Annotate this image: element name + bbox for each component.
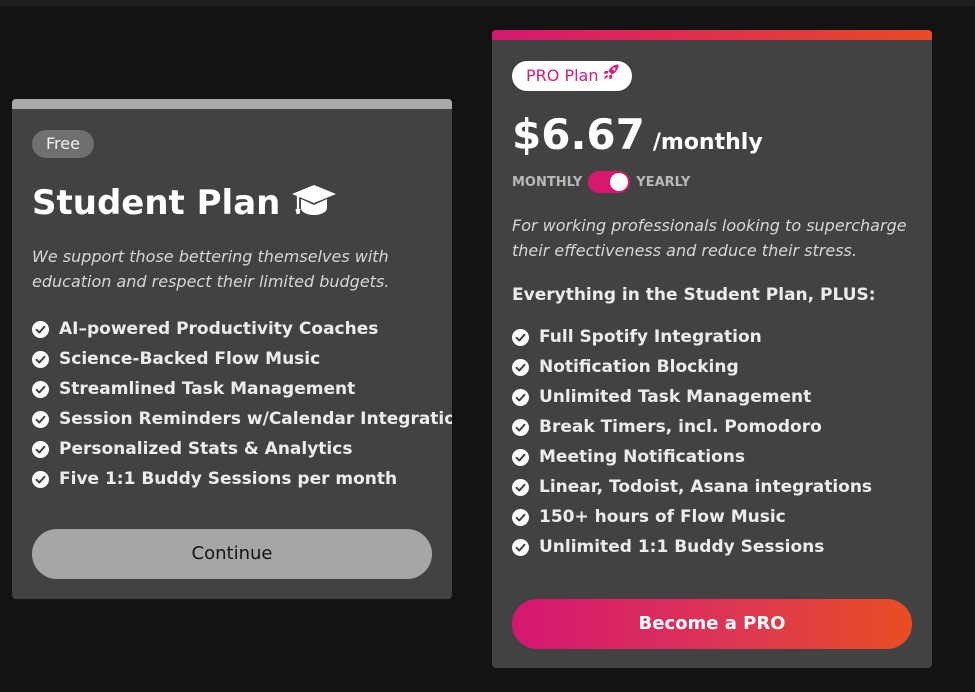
become-pro-button[interactable]: Become a PRO [512,599,912,649]
top-divider [0,0,975,6]
pro-badge-label: PRO Plan [526,66,599,85]
price-period: /monthly [652,130,763,155]
check-circle-icon [512,538,529,556]
feature-item: Unlimited Task Management [512,382,872,412]
feature-item: Linear, Todoist, Asana integrations [512,472,872,502]
plan-title: Student Plan [32,179,338,227]
check-circle-icon [32,320,49,338]
feature-text: Meeting Notifications [539,447,745,467]
check-circle-icon [512,478,529,496]
billing-period-switch[interactable] [588,171,631,193]
feature-text: Personalized Stats & Analytics [59,439,353,459]
card-accent-bar [12,99,452,109]
free-badge: Free [32,130,94,158]
plan-title-text: Student Plan [32,183,281,223]
check-circle-icon [32,470,49,488]
feature-text: Science-Backed Flow Music [59,349,321,369]
feature-item: Full Spotify Integration [512,322,872,352]
check-circle-icon [32,350,49,368]
pro-plan-description: For working professionals looking to sup… [512,216,907,260]
feature-text: Break Timers, incl. Pomodoro [539,417,822,437]
feature-item: 150+ hours of Flow Music [512,502,872,532]
pro-features-heading: Everything in the Student Plan, PLUS: [512,285,876,305]
check-circle-icon [32,410,49,428]
check-circle-icon [512,328,529,346]
check-circle-icon [512,448,529,466]
pro-plan-card: PRO Plan $6.67 /monthly MONTHLY YEARLY F… [492,30,932,668]
check-circle-icon [32,440,49,458]
feature-text: Streamlined Task Management [59,379,356,399]
student-plan-card: Free Student Plan We support those bette… [12,99,452,599]
graduation-cap-icon [290,179,338,228]
pro-feature-list: Full Spotify Integration Notification Bl… [512,322,872,562]
feature-item: Unlimited 1:1 Buddy Sessions [512,532,872,562]
check-circle-icon [512,358,529,376]
pro-badge: PRO Plan [512,61,633,91]
feature-item: Meeting Notifications [512,442,872,472]
feature-item: Break Timers, incl. Pomodoro [512,412,872,442]
feature-text: Linear, Todoist, Asana integrations [539,477,873,497]
yearly-label[interactable]: YEARLY [636,175,690,190]
switch-knob [610,173,629,191]
feature-item: Notification Blocking [512,352,872,382]
price-amount: $6.67 [512,110,645,159]
price-row: $6.67 /monthly [512,110,763,166]
monthly-label[interactable]: MONTHLY [512,175,582,190]
feature-text: 150+ hours of Flow Music [539,507,786,527]
continue-button[interactable]: Continue [32,529,432,579]
feature-text: Notification Blocking [539,357,739,377]
feature-item: Five 1:1 Buddy Sessions per month [32,464,452,494]
billing-toggle: MONTHLY YEARLY [512,170,690,194]
check-circle-icon [32,380,49,398]
feature-item: Session Reminders w/Calendar Integration [32,404,452,434]
student-plan-description: We support those bettering themselves wi… [32,247,390,291]
student-feature-list: AI–powered Productivity Coaches Science-… [32,314,452,494]
feature-item: Streamlined Task Management [32,374,452,404]
feature-text: Session Reminders w/Calendar Integration [59,409,452,429]
check-circle-icon [512,508,529,526]
feature-item: AI–powered Productivity Coaches [32,314,452,344]
rocket-icon [602,61,620,91]
feature-item: Science-Backed Flow Music [32,344,452,374]
feature-text: Unlimited 1:1 Buddy Sessions [539,537,825,557]
card-accent-bar [492,30,932,40]
feature-item: Personalized Stats & Analytics [32,434,452,464]
feature-text: Unlimited Task Management [539,387,812,407]
feature-text: Full Spotify Integration [539,327,762,347]
feature-text: AI–powered Productivity Coaches [59,319,379,339]
feature-text: Five 1:1 Buddy Sessions per month [59,469,398,489]
check-circle-icon [512,388,529,406]
check-circle-icon [512,418,529,436]
